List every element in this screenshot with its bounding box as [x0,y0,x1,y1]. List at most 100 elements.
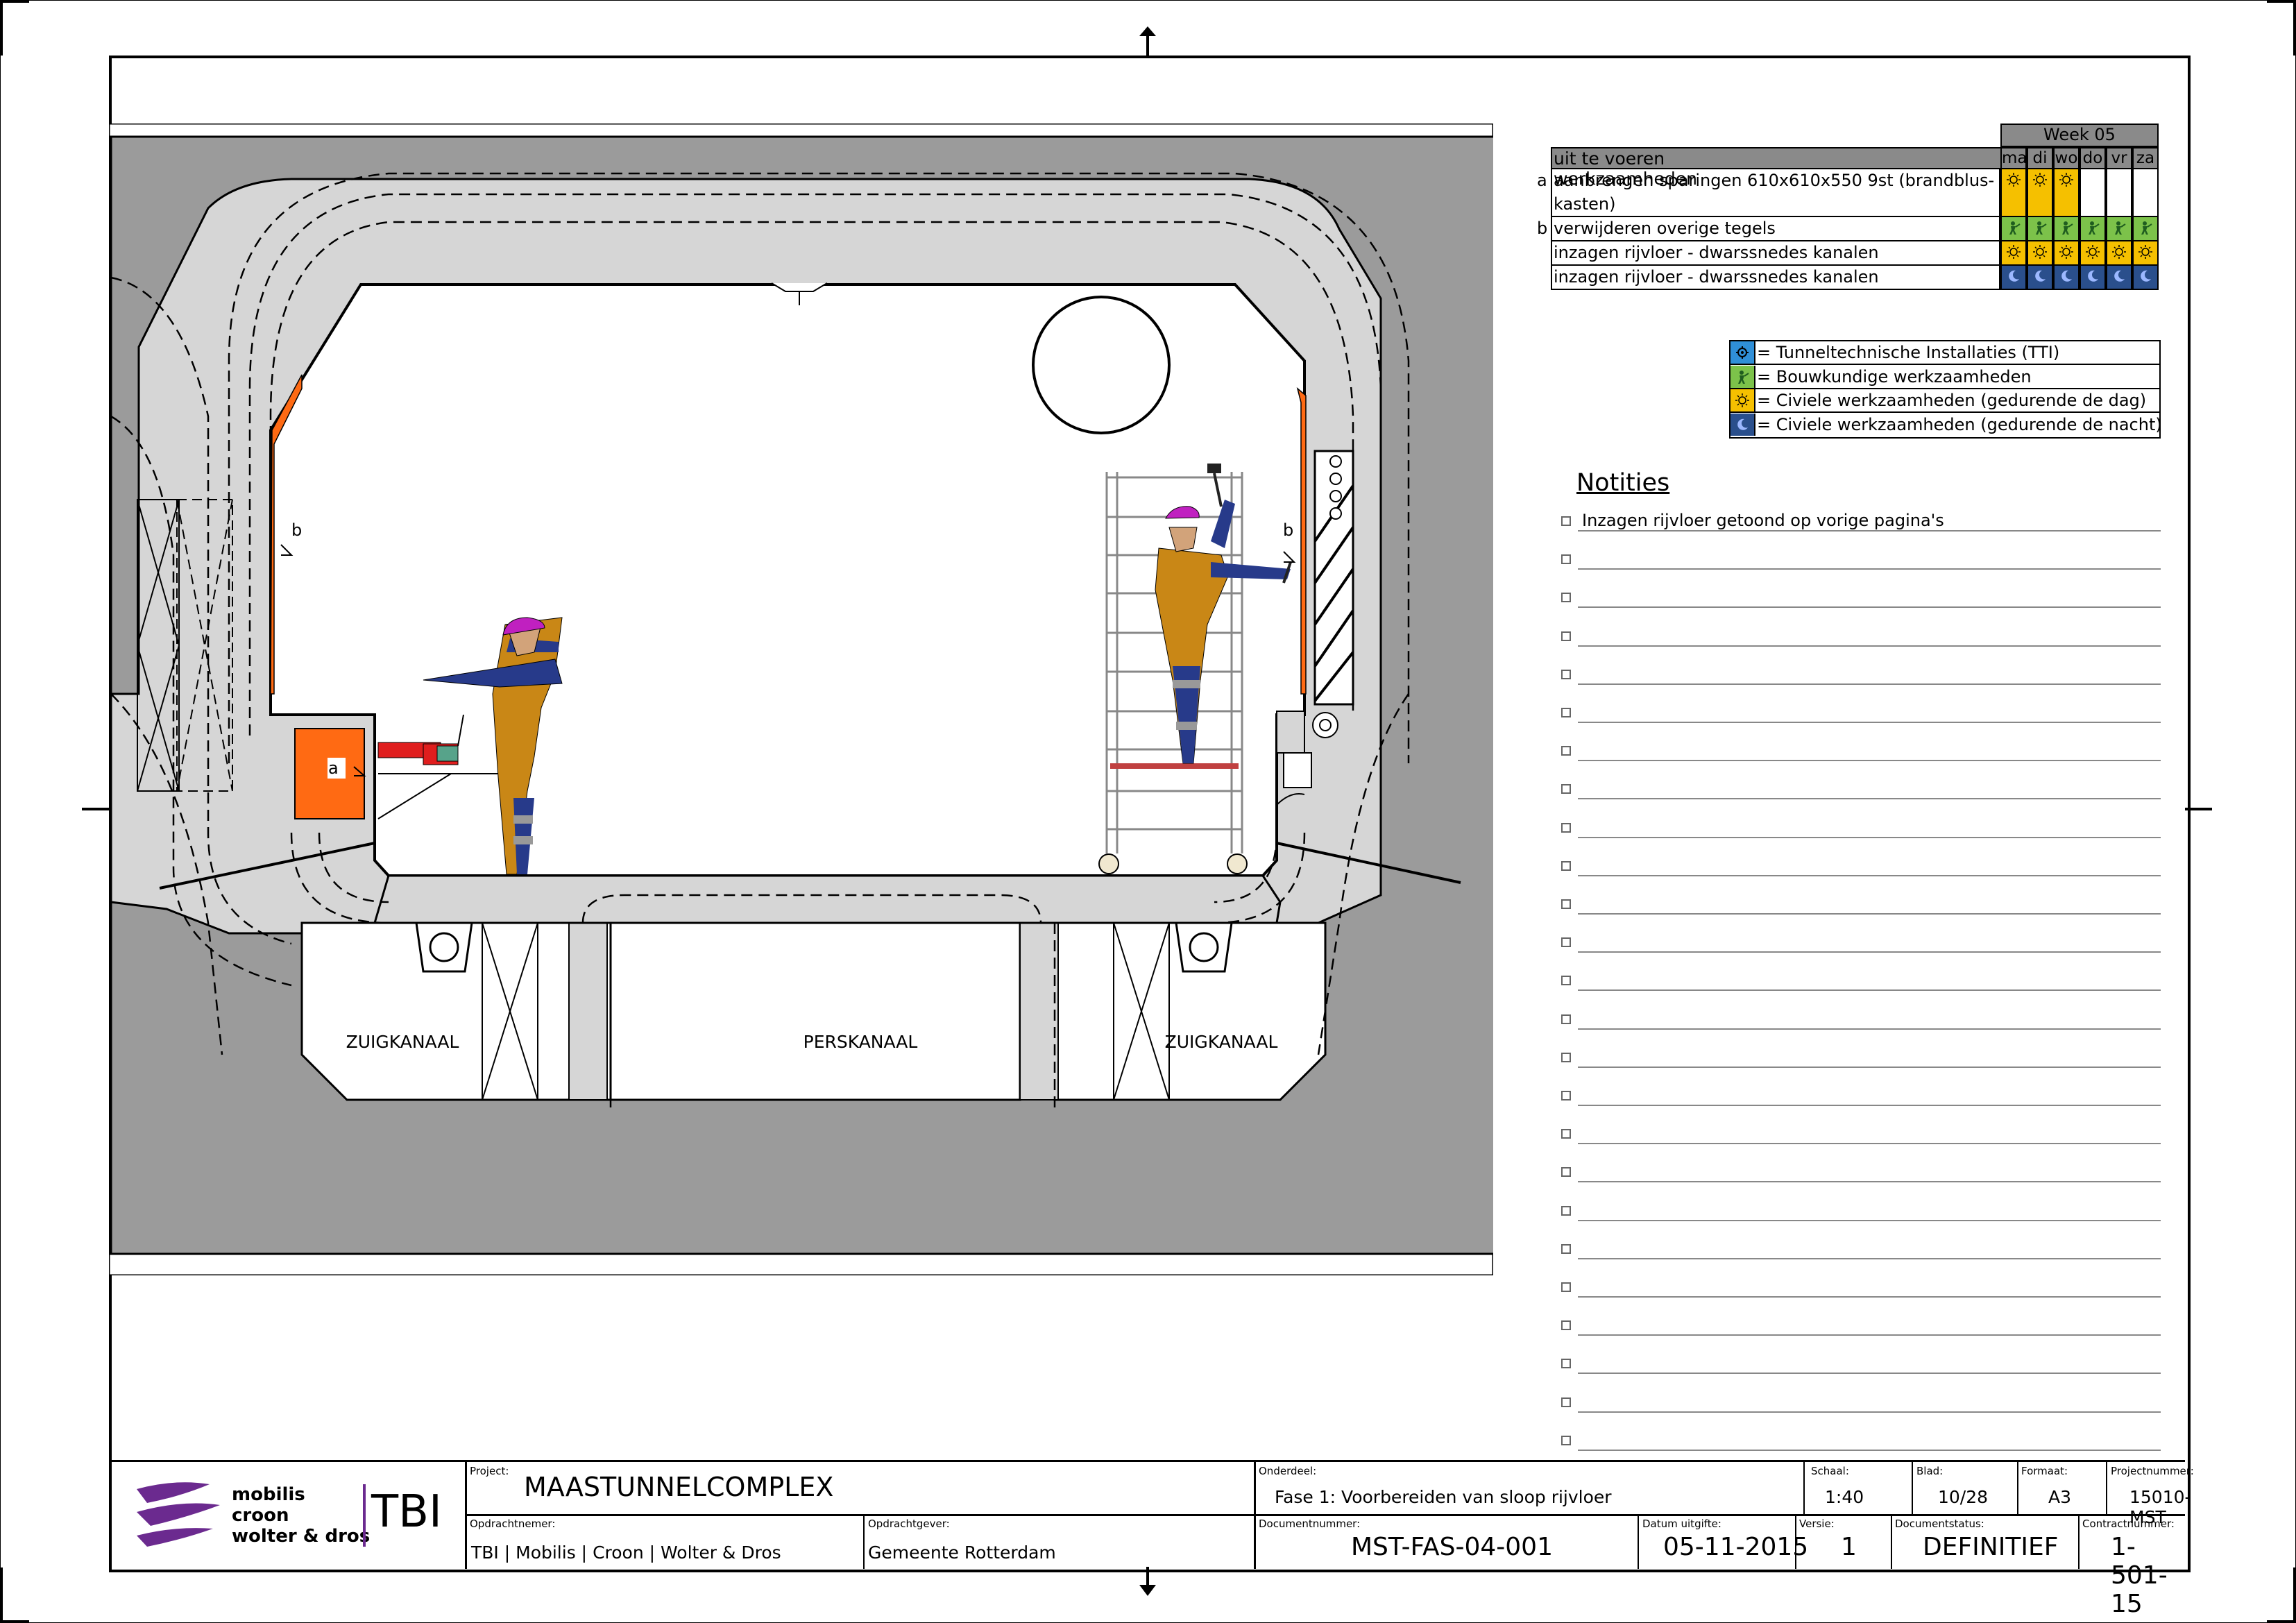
note-checkbox[interactable] [1561,1282,1571,1292]
sun-cell [2027,169,2053,217]
tunnel-cross-section [109,124,1493,1275]
logo-line-1: mobilis [232,1484,305,1505]
mobilis-logo: mobilis croon wolter & dros TBI [109,1462,467,1569]
day-header: ma [2000,147,2027,169]
row-key: a [1537,171,1547,190]
note-checkbox[interactable] [1561,1320,1571,1331]
note-line[interactable] [1578,1373,2161,1375]
contract-value: 1-501-15 [2111,1533,2168,1618]
row-text: inzagen rijvloer - dwarssnedes kanalen [1554,243,1879,262]
note-line[interactable] [1578,1219,2161,1221]
note-line[interactable] [1578,1181,2161,1183]
moon-cell [2106,266,2132,290]
moon-cell [2132,266,2159,290]
legend-row: = Civiele werkzaamheden (gedurende de da… [1730,389,2159,413]
note-checkbox[interactable] [1561,708,1571,717]
sun-cell [2132,241,2159,266]
note-line[interactable] [1578,760,2161,762]
sun-cell [2000,169,2027,217]
legend-label: = Civiele werkzaamheden (gedurende de da… [1757,391,2147,410]
legend-label: = Civiele werkzaamheden (gedurende de na… [1757,414,2162,434]
note-line[interactable] [1578,1257,2161,1259]
note-checkbox[interactable] [1561,516,1571,526]
note-line[interactable] [1578,1143,2161,1145]
note-checkbox[interactable] [1561,554,1571,565]
sun-cell [2106,241,2132,266]
note-checkbox[interactable] [1561,937,1571,948]
worker-cell [2027,217,2053,241]
sun-icon [2006,244,2021,260]
note-line[interactable] [1578,1296,2161,1298]
note-text: Inzagen rijvloer getoond op vorige pagin… [1582,511,1944,530]
empty-cell [2132,169,2159,217]
note-line[interactable] [1578,1028,2161,1030]
note-line[interactable] [1578,989,2161,992]
marker-a: a [328,758,339,778]
worker-icon [2032,220,2048,235]
moon-icon [1730,413,1755,436]
legend-row: = Bouwkundige werkzaamheden [1730,365,2159,389]
note-line[interactable] [1578,568,2161,570]
note-checkbox[interactable] [1561,1243,1571,1254]
note-line[interactable] [1578,722,2161,723]
moon-icon [2006,269,2021,284]
note-line[interactable] [1578,1105,2161,1106]
worker-cell [2080,217,2106,241]
note-line[interactable] [1578,951,2161,953]
sun-icon [1730,389,1755,411]
note-checkbox[interactable] [1561,1129,1571,1139]
mobilis-logo-icon [137,1482,220,1547]
row-text: verwijderen overige tegels [1554,219,1776,238]
note-checkbox[interactable] [1561,784,1571,794]
note-line[interactable] [1578,836,2161,838]
sun-icon [2032,172,2048,187]
tbi-logo: TBI [371,1486,442,1538]
note-line[interactable] [1578,530,2161,532]
row-text: inzagen rijvloer - dwarssnedes kanalen [1554,267,1879,287]
note-checkbox[interactable] [1561,860,1571,871]
note-checkbox[interactable] [1561,669,1571,679]
note-checkbox[interactable] [1561,1014,1571,1024]
note-checkbox[interactable] [1561,1205,1571,1216]
note-line[interactable] [1578,913,2161,915]
note-line[interactable] [1578,606,2161,609]
note-line[interactable] [1578,645,2161,647]
sun-icon [2059,244,2074,260]
sun-cell [2080,241,2106,266]
note-line[interactable] [1578,874,2161,876]
note-checkbox[interactable] [1561,1052,1571,1062]
worker-icon [1730,365,1755,388]
legend-row: = Civiele werkzaamheden (gedurende de na… [1730,413,2162,437]
worker-icon [2059,220,2074,235]
worker-icon [2111,220,2127,235]
empty-cell [2106,169,2132,217]
note-checkbox[interactable] [1561,899,1571,909]
note-line[interactable] [1578,683,2161,685]
sun-icon [2111,244,2127,260]
note-checkbox[interactable] [1561,1397,1571,1407]
note-line[interactable] [1578,1334,2161,1336]
label-zuigkanaal-left: ZUIGKANAAL [346,1032,459,1052]
note-checkbox[interactable] [1561,593,1571,603]
note-checkbox[interactable] [1561,822,1571,833]
note-checkbox[interactable] [1561,1435,1571,1445]
project-label: Project: [470,1465,509,1477]
note-checkbox[interactable] [1561,746,1571,756]
note-checkbox[interactable] [1561,1167,1571,1178]
note-line[interactable] [1578,1066,2161,1068]
title-block: mobilis croon wolter & dros TBI Project:… [109,1460,2194,1618]
note-checkbox[interactable] [1561,1091,1571,1101]
note-checkbox[interactable] [1561,631,1571,641]
note-checkbox[interactable] [1561,1359,1571,1369]
note-line[interactable] [1578,1449,2161,1451]
north-arrow-icon [1139,26,1156,36]
sun-cell [2053,241,2080,266]
note-line[interactable] [1578,1411,2161,1413]
blad-value: 10/28 [1938,1487,1989,1507]
south-arrow-icon [1139,1585,1156,1596]
day-header: za [2132,147,2159,169]
sun-icon [2085,244,2100,260]
note-line[interactable] [1578,798,2161,800]
documentnummer-value: MST-FAS-04-001 [1351,1533,1553,1561]
note-checkbox[interactable] [1561,976,1571,986]
